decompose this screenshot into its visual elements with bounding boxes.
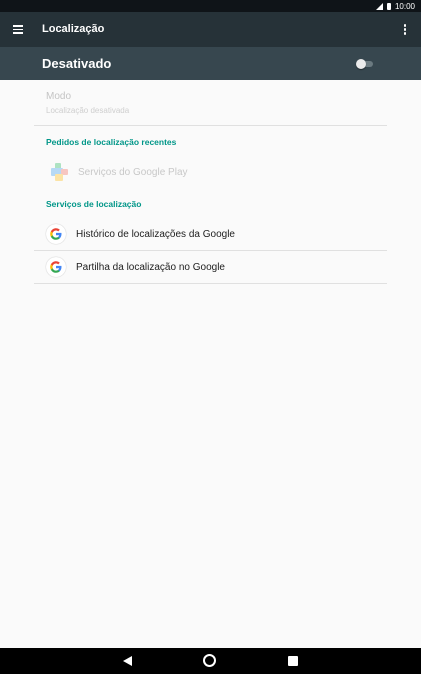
- mode-title: Modo: [46, 91, 72, 102]
- status-bar: 10:00: [0, 0, 421, 12]
- location-toggle-switch[interactable]: [356, 59, 374, 69]
- navigation-bar: [0, 648, 421, 674]
- google-g-icon: [46, 224, 66, 244]
- signal-icon: [375, 2, 383, 10]
- location-sharing-label: Partilha da localização no Google: [76, 262, 225, 273]
- divider: [34, 125, 387, 126]
- divider: [34, 283, 387, 284]
- recent-requests-header: Pedidos de localização recentes: [46, 137, 177, 147]
- toggle-thumb: [356, 59, 366, 69]
- divider: [34, 250, 387, 251]
- recent-request-label: Serviços do Google Play: [78, 167, 188, 178]
- location-sharing-item[interactable]: Partilha da localização no Google: [34, 252, 387, 283]
- hamburger-menu-icon[interactable]: [13, 25, 23, 34]
- master-switch-label: Desativado: [42, 56, 112, 71]
- home-icon[interactable]: [203, 654, 216, 667]
- google-g-icon: [46, 257, 66, 277]
- location-history-label: Histórico de localizações da Google: [76, 229, 235, 240]
- battery-icon: [386, 2, 391, 10]
- mode-subtitle: Localização desativada: [46, 106, 130, 115]
- location-master-switch-bar[interactable]: Desativado: [0, 47, 421, 80]
- page-title: Localização: [42, 23, 105, 35]
- google-play-services-icon: [51, 163, 68, 181]
- recents-icon[interactable]: [288, 656, 298, 666]
- location-history-item[interactable]: Histórico de localizações da Google: [34, 219, 387, 250]
- app-bar: Localização: [0, 12, 421, 47]
- location-services-header: Serviços de localização: [46, 199, 142, 209]
- status-time: 10:00: [394, 1, 415, 11]
- back-icon[interactable]: [123, 656, 132, 666]
- more-vert-icon[interactable]: [403, 24, 407, 36]
